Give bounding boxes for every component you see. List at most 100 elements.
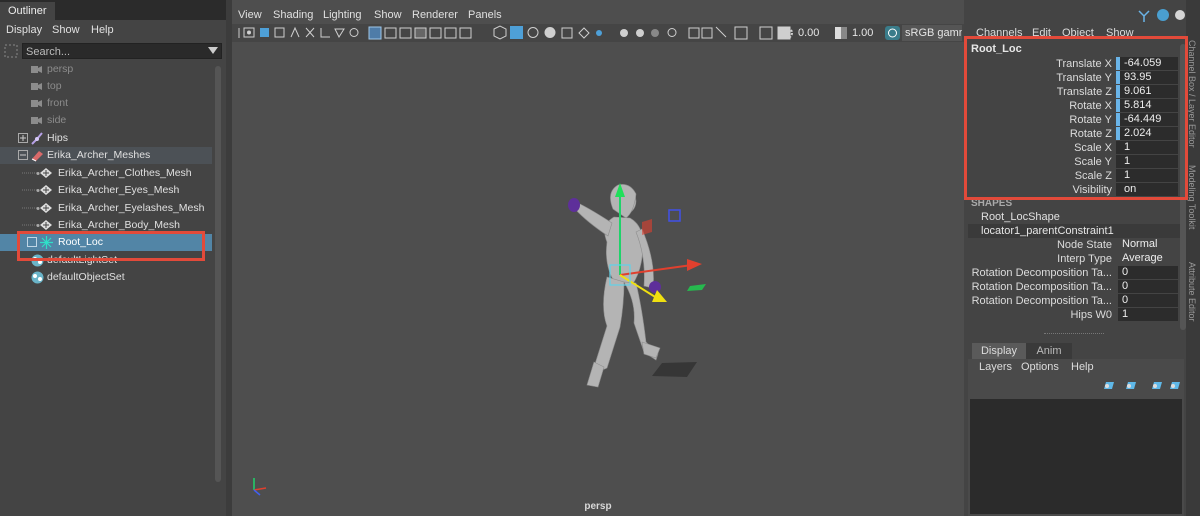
viewport-scene[interactable] [232, 42, 964, 516]
expand-plus-icon[interactable] [18, 133, 29, 144]
menu-renderer[interactable]: Renderer [412, 6, 458, 24]
outliner-search: Search... [2, 41, 224, 61]
layer-editor: Layers Options Help [968, 359, 1184, 516]
viewport-camera-label: persp [584, 501, 612, 512]
menu-display[interactable]: Display [6, 20, 42, 40]
viewport-panel[interactable]: View Shading Lighting Show Renderer Pane… [232, 0, 964, 516]
chevron-down-icon[interactable] [208, 47, 218, 55]
attr-label-rotation-decomp-2: Rotation Decomposition Ta... [971, 281, 1112, 293]
outliner-menubar: Display Show Help [0, 20, 226, 40]
highlight-box-outliner [17, 231, 205, 261]
axis-indicator-icon [253, 478, 267, 496]
color-space-field[interactable]: sRGB gamm [902, 25, 962, 41]
outliner-item-persp[interactable]: persp [0, 61, 212, 78]
color-management-icon[interactable] [885, 26, 900, 40]
attr-field-rotation-decomp-2[interactable]: 0 [1118, 280, 1178, 293]
mesh-icon [40, 203, 52, 213]
outliner-item-meshes-group[interactable]: Erika_Archer_Meshes [0, 147, 212, 164]
shape-node-name[interactable]: Root_LocShape [981, 211, 1060, 223]
camera-icon [31, 117, 42, 124]
tree-connector-icon [22, 207, 40, 210]
outliner-item-eyes-mesh[interactable]: Erika_Archer_Eyes_Mesh [0, 182, 212, 199]
outliner-item-label: top [47, 80, 62, 92]
channel-box-panel: Channels Edit Object Show Root_Loc Trans… [964, 0, 1200, 516]
mesh-icon [40, 168, 52, 178]
attr-field-interp-type[interactable]: Average [1118, 252, 1178, 265]
attr-field-node-state[interactable]: Normal [1118, 238, 1178, 251]
outliner-item-label: Erika_Archer_Meshes [47, 149, 151, 161]
exposure-icon[interactable] [780, 26, 794, 40]
attr-label-rotation-decomp-3: Rotation Decomposition Ta... [971, 295, 1112, 307]
menu-help[interactable]: Help [91, 20, 114, 40]
camera-icon [31, 100, 42, 107]
attr-field-rotation-decomp-1[interactable]: 0 [1118, 266, 1178, 279]
tree-connector-icon [22, 224, 40, 227]
viewport-toolbar: 0.00 1.00 sRGB gamm [232, 24, 964, 42]
constraint-attributes: Node State Normal Interp Type Average Ro… [964, 238, 1184, 322]
inputs-header[interactable]: locator1_parentConstraint1 [968, 224, 1180, 238]
menu-options[interactable]: Options [1021, 361, 1059, 373]
gamma-value[interactable]: 1.00 [852, 25, 873, 41]
panel-splitter[interactable] [1044, 333, 1104, 336]
menu-panels[interactable]: Panels [468, 6, 502, 24]
search-input[interactable]: Search... [22, 43, 222, 59]
menu-layers[interactable]: Layers [979, 361, 1012, 373]
tree-connector-icon [22, 189, 40, 192]
outliner-item-clothes-mesh[interactable]: Erika_Archer_Clothes_Mesh [0, 165, 212, 182]
attr-label-interp-type: Interp Type [1057, 253, 1112, 265]
set-icon [31, 271, 44, 284]
menu-shading[interactable]: Shading [273, 6, 313, 24]
ground-shadow [652, 362, 697, 377]
viewport-menubar: View Shading Lighting Show Renderer Pane… [232, 6, 964, 24]
menu-show[interactable]: Show [52, 20, 80, 40]
outliner-item-label: persp [47, 63, 74, 75]
menu-show[interactable]: Show [374, 6, 402, 24]
viewport-toolbar-icons[interactable] [234, 24, 754, 42]
camera-icon [31, 83, 42, 90]
tree-connector-icon [22, 172, 40, 175]
attr-label-hips-w0: Hips W0 [1070, 309, 1112, 321]
outliner-item-hips[interactable]: Hips [0, 130, 212, 147]
outliner-item-eyelashes-mesh[interactable]: Erika_Archer_Eyelashes_Mesh [0, 200, 212, 217]
gamma-icon[interactable] [834, 26, 848, 40]
outliner-item-label: Erika_Archer_Eyes_Mesh [58, 184, 180, 196]
layer-tool-icons[interactable] [1104, 379, 1184, 393]
camera-icon [31, 66, 42, 73]
outliner-item-label: Erika_Archer_Clothes_Mesh [58, 167, 192, 179]
outliner-item-label: side [47, 114, 67, 126]
menu-lighting[interactable]: Lighting [323, 6, 362, 24]
outliner-item-default-object-set[interactable]: defaultObjectSet [0, 269, 212, 286]
attr-label-rotation-decomp-1: Rotation Decomposition Ta... [971, 267, 1112, 279]
attr-field-hips-w0[interactable]: 1 [1118, 308, 1178, 321]
outliner-scrollbar[interactable] [215, 66, 221, 482]
outliner-item-label: front [47, 97, 69, 109]
mesh-icon [40, 185, 52, 195]
outliner-item-label: Erika_Archer_Eyelashes_Mesh [58, 202, 205, 214]
mesh-icon [40, 220, 52, 230]
menu-view[interactable]: View [238, 6, 262, 24]
group-icon [31, 151, 43, 162]
input-node-name: locator1_parentConstraint1 [981, 225, 1114, 237]
exposure-value[interactable]: 0.00 [798, 25, 819, 41]
outliner-title-bar: Outliner [0, 0, 226, 20]
select-frame-icon[interactable] [4, 44, 18, 58]
layer-list[interactable] [970, 399, 1182, 514]
outliner-item-side[interactable]: side [0, 112, 212, 129]
side-tab-channel-box[interactable]: Channel Box / Layer Editor [1186, 40, 1200, 160]
outliner-tab[interactable]: Outliner [0, 2, 55, 20]
outliner-panel: Outliner Display Show Help Search... per… [0, 0, 226, 516]
attr-field-rotation-decomp-3[interactable]: 0 [1118, 294, 1178, 307]
tab-display[interactable]: Display [972, 343, 1026, 359]
collapse-minus-icon[interactable] [18, 150, 29, 161]
menu-help[interactable]: Help [1071, 361, 1094, 373]
tab-anim[interactable]: Anim [1026, 343, 1072, 359]
side-tab-attribute-editor[interactable]: Attribute Editor [1186, 262, 1200, 362]
outliner-item-label: Hips [47, 132, 69, 144]
character-model [574, 184, 661, 388]
outliner-item-top[interactable]: top [0, 78, 212, 95]
side-tab-modeling-toolkit[interactable]: Modeling Toolkit [1186, 165, 1200, 255]
side-tab-strip: Channel Box / Layer Editor Modeling Tool… [1186, 0, 1200, 516]
outliner-item-front[interactable]: front [0, 95, 212, 112]
highlight-box-channel-box [964, 36, 1188, 200]
outliner-item-label: defaultObjectSet [47, 271, 125, 283]
